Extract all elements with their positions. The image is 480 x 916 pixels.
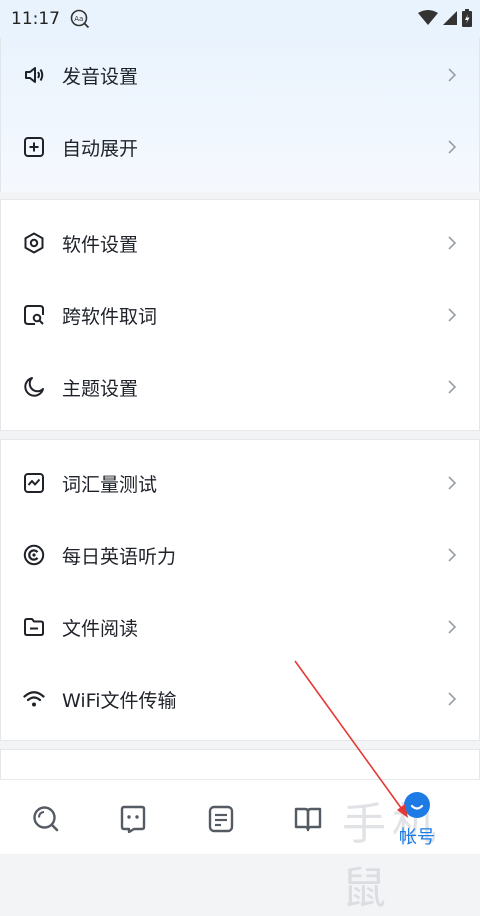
settings-row-label: 文件阅读 (62, 618, 139, 640)
tab-notes[interactable] (180, 780, 260, 854)
wifi-icon (23, 688, 45, 710)
translate-aa-icon: Aa (70, 9, 90, 29)
speaker-icon (23, 64, 45, 86)
tab-search[interactable] (5, 780, 85, 854)
settings-row-auto-expand[interactable]: 自动展开 (0, 111, 480, 183)
cell-signal-icon (442, 10, 458, 30)
settings-row-label: WiFi文件传输 (62, 690, 177, 712)
chevron-right-icon (447, 138, 457, 156)
chevron-right-icon (447, 234, 457, 252)
status-bar: 11:17 Aa (0, 0, 480, 38)
settings-row-daily-listening[interactable]: 每日英语听力 (0, 519, 480, 591)
settings-row-label: 自动展开 (62, 138, 139, 160)
chevron-right-icon (447, 690, 457, 708)
chevron-right-icon (447, 378, 457, 396)
chevron-right-icon (447, 546, 457, 564)
settings-group-more (0, 749, 480, 779)
settings-row-wifi-transfer[interactable]: WiFi文件传输 (0, 663, 480, 735)
chevron-right-icon (447, 66, 457, 84)
tab-wordbook[interactable] (267, 780, 347, 854)
battery-icon (462, 9, 472, 31)
wifi-signal-icon (418, 10, 438, 30)
chart-box-icon (23, 472, 45, 494)
plus-square-icon (23, 136, 45, 158)
settings-row-file-reading[interactable]: 文件阅读 (0, 591, 480, 663)
account-tab-icon (404, 792, 430, 822)
settings-row-label: 词汇量测试 (62, 474, 158, 496)
status-time: 11:17 (11, 9, 60, 29)
search-square-icon (23, 304, 45, 326)
settings-row-label: 发音设置 (62, 66, 139, 88)
svg-text:Aa: Aa (74, 15, 83, 23)
chevron-right-icon (447, 618, 457, 636)
settings-row-theme[interactable]: 主题设置 (0, 351, 480, 423)
tab-assistant[interactable] (92, 780, 172, 854)
settings-row-vocab-test[interactable]: 词汇量测试 (0, 447, 480, 519)
chevron-right-icon (447, 474, 457, 492)
settings-row-label: 跨软件取词 (62, 306, 158, 328)
settings-row-label: 软件设置 (62, 234, 139, 256)
settings-row-cross-app-lookup[interactable]: 跨软件取词 (0, 279, 480, 351)
folder-icon (23, 616, 45, 638)
chevron-right-icon (447, 306, 457, 324)
moon-icon (23, 376, 45, 398)
hexagon-settings-icon (23, 232, 45, 254)
settings-row-software-settings[interactable]: 软件设置 (0, 207, 480, 279)
headphone-circle-icon (23, 544, 45, 566)
settings-row-label: 主题设置 (62, 378, 139, 400)
settings-row-pronunciation[interactable]: 发音设置 (0, 39, 480, 111)
tab-account-label: 帐号 (399, 827, 435, 848)
settings-row-label: 每日英语听力 (62, 546, 177, 568)
